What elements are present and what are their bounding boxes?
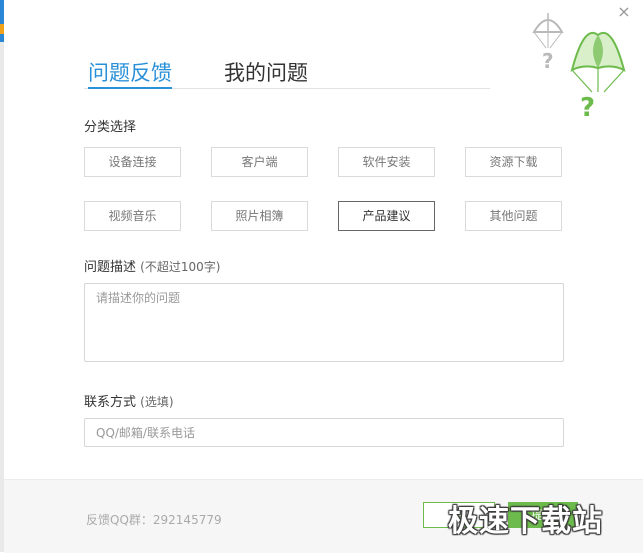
description-textarea[interactable]: 请描述你的问题	[84, 283, 564, 362]
left-edge-blue	[0, 0, 4, 42]
left-edge-strip	[0, 0, 4, 552]
contact-label: 联系方式	[84, 395, 137, 410]
green-balloon-icon: ?	[570, 32, 626, 122]
category-device-connection[interactable]: 设备连接	[84, 147, 181, 177]
description-label: 问题描述	[84, 260, 137, 275]
svg-text:?: ?	[542, 49, 554, 73]
watermark-text: 极速下载站	[448, 504, 603, 539]
left-edge-orange	[0, 24, 4, 34]
contact-input[interactable]: QQ/邮箱/联系电话	[84, 418, 564, 447]
category-software-install[interactable]: 软件安装	[338, 147, 435, 177]
category-resource-download[interactable]: 资源下载	[465, 147, 562, 177]
gray-balloon-icon: ?	[532, 13, 564, 73]
tab-feedback[interactable]: 问题反馈	[88, 58, 172, 89]
tab-bar: 问题反馈 我的问题	[84, 58, 490, 89]
category-other[interactable]: 其他问题	[465, 201, 562, 231]
description-hint: (不超过100字)	[140, 260, 221, 274]
category-photo-album[interactable]: 照片相簿	[211, 201, 308, 231]
description-placeholder: 请描述你的问题	[96, 291, 181, 305]
category-label: 分类选择	[84, 120, 137, 135]
category-product-suggestion[interactable]: 产品建议	[338, 201, 435, 231]
balloons-illustration: ? ?	[532, 13, 626, 122]
category-client[interactable]: 客户端	[211, 147, 308, 177]
category-video-music[interactable]: 视频音乐	[84, 201, 181, 231]
description-label-row: 问题描述 (不超过100字)	[84, 256, 220, 275]
tab-my-questions[interactable]: 我的问题	[224, 58, 308, 87]
contact-hint: (选填)	[140, 395, 174, 409]
contact-label-row: 联系方式 (选填)	[84, 391, 174, 410]
svg-text:?: ?	[580, 93, 595, 122]
contact-placeholder: QQ/邮箱/联系电话	[96, 426, 195, 440]
qq-group-text: 反馈QQ群：292145779	[86, 513, 222, 527]
